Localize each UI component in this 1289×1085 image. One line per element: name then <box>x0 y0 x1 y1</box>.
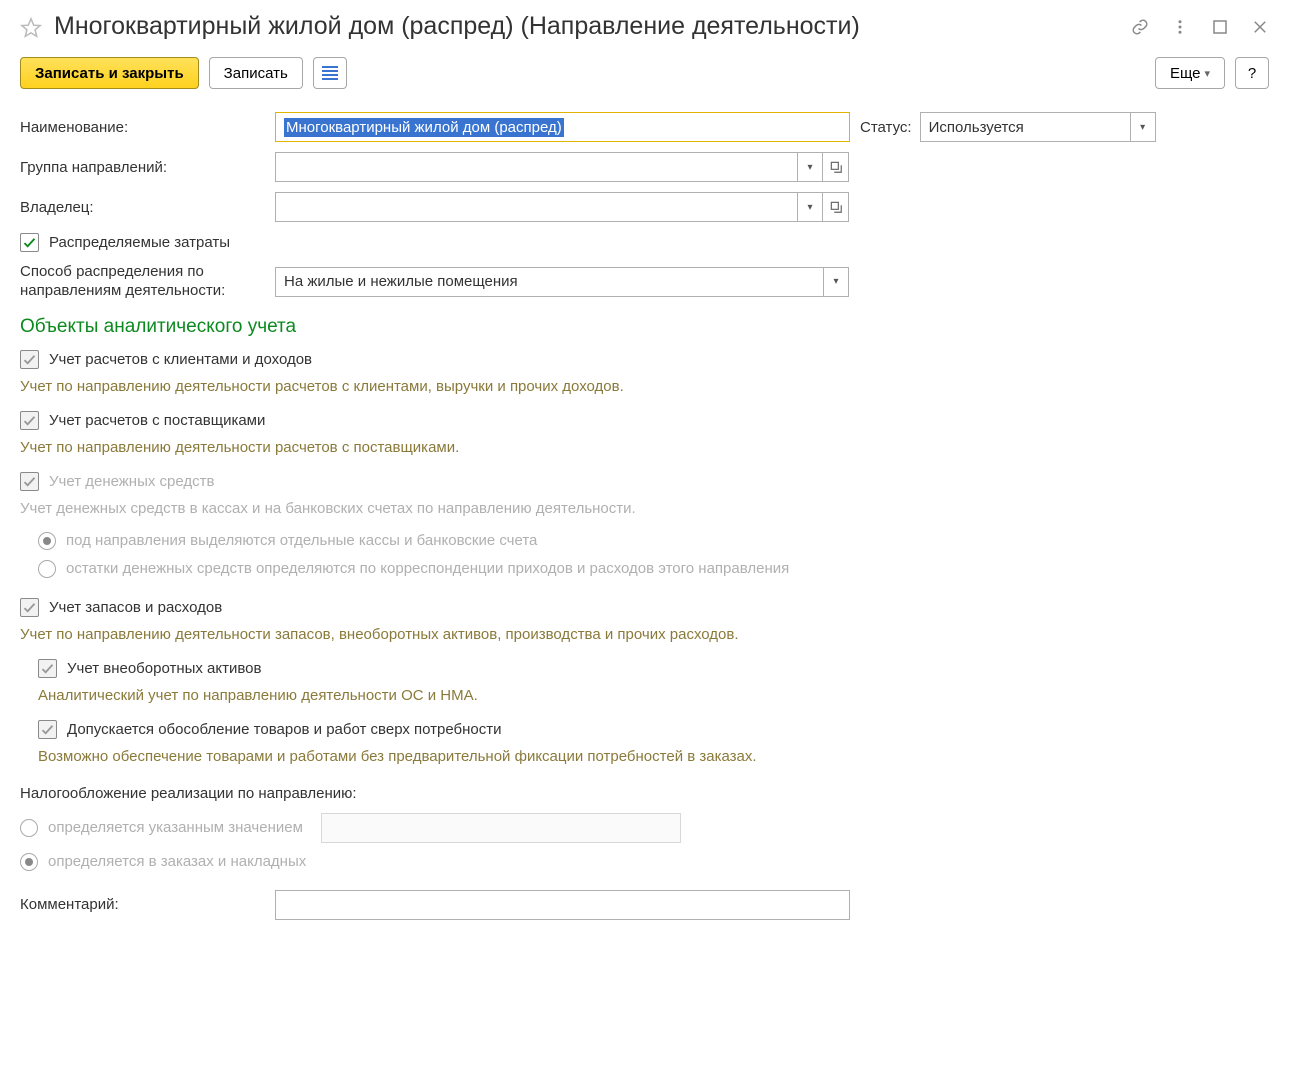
cash-label: Учет денежных средств <box>49 473 215 490</box>
help-button[interactable]: ? <box>1235 57 1269 89</box>
status-combo[interactable]: Используется ▾ <box>920 112 1156 142</box>
star-icon[interactable] <box>20 17 42 39</box>
cash-desc: Учет денежных средств в кассах и на банк… <box>20 497 1269 527</box>
cash-opt2-radio <box>38 560 56 578</box>
dist-method-combo[interactable]: На жилые и нежилые помещения ▾ <box>275 267 849 297</box>
clients-desc: Учет по направлению деятельности расчето… <box>20 375 1269 405</box>
dist-costs-checkbox[interactable] <box>20 233 39 252</box>
save-button[interactable]: Записать <box>209 57 303 89</box>
over-demand-checkbox <box>38 720 57 739</box>
chevron-down-icon[interactable]: ▾ <box>1130 112 1156 142</box>
save-and-close-button[interactable]: Записать и закрыть <box>20 57 199 89</box>
dist-costs-label: Распределяемые затраты <box>49 234 230 251</box>
link-icon[interactable] <box>1131 18 1149 40</box>
cash-checkbox <box>20 472 39 491</box>
chevron-down-icon[interactable]: ▾ <box>797 152 823 182</box>
fixed-assets-checkbox <box>38 659 57 678</box>
open-icon[interactable] <box>823 152 849 182</box>
stock-desc: Учет по направлению деятельности запасов… <box>20 623 1269 653</box>
tax-opt-orders-label: определяется в заказах и накладных <box>48 853 306 870</box>
owner-value <box>275 192 797 222</box>
section-heading: Объекты аналитического учета <box>20 306 1269 344</box>
suppliers-checkbox <box>20 411 39 430</box>
owner-combo[interactable]: ▾ <box>275 192 849 222</box>
open-icon[interactable] <box>823 192 849 222</box>
group-value <box>275 152 797 182</box>
fixed-assets-desc: Аналитический учет по направлению деятел… <box>38 684 1269 714</box>
tax-opt-value-radio <box>20 819 38 837</box>
close-icon[interactable] <box>1251 18 1269 40</box>
list-button[interactable] <box>313 57 347 89</box>
cash-opt1-radio <box>38 532 56 550</box>
cash-opt2-label: остатки денежных средств определяются по… <box>66 560 789 577</box>
comment-label: Комментарий: <box>20 896 275 913</box>
list-icon <box>322 64 338 82</box>
window-title: Многоквартирный жилой дом (распред) (Нап… <box>54 10 1131 41</box>
comment-input[interactable] <box>275 890 850 920</box>
tax-opt-value-label: определяется указанным значением <box>48 819 303 836</box>
group-label: Группа направлений: <box>20 159 275 176</box>
status-value: Используется <box>920 112 1130 142</box>
cash-opt1-label: под направления выделяются отдельные кас… <box>66 532 537 549</box>
kebab-menu-icon[interactable] <box>1171 18 1189 40</box>
suppliers-label: Учет расчетов с поставщиками <box>49 412 265 429</box>
maximize-icon[interactable] <box>1211 18 1229 40</box>
owner-label: Владелец: <box>20 199 275 216</box>
tax-value-input <box>321 813 681 843</box>
suppliers-desc: Учет по направлению деятельности расчето… <box>20 436 1269 466</box>
clients-checkbox <box>20 350 39 369</box>
tax-heading: Налогообложение реализации по направлени… <box>20 775 1269 808</box>
dist-method-value: На жилые и нежилые помещения <box>275 267 823 297</box>
chevron-down-icon[interactable]: ▾ <box>797 192 823 222</box>
more-button[interactable]: Еще <box>1155 57 1225 89</box>
status-label: Статус: <box>860 119 912 136</box>
name-label: Наименование: <box>20 119 275 136</box>
tax-opt-orders-radio <box>20 853 38 871</box>
clients-label: Учет расчетов с клиентами и доходов <box>49 351 312 368</box>
stock-label: Учет запасов и расходов <box>49 599 222 616</box>
name-input[interactable]: Многоквартирный жилой дом (распред) <box>275 112 850 142</box>
fixed-assets-label: Учет внеоборотных активов <box>67 660 262 677</box>
chevron-down-icon[interactable]: ▾ <box>823 267 849 297</box>
dist-method-label: Способ распределения по направлениям дея… <box>20 263 275 301</box>
over-demand-label: Допускается обособление товаров и работ … <box>67 721 502 738</box>
over-demand-desc: Возможно обеспечение товарами и работами… <box>38 745 1269 775</box>
group-combo[interactable]: ▾ <box>275 152 849 182</box>
stock-checkbox <box>20 598 39 617</box>
